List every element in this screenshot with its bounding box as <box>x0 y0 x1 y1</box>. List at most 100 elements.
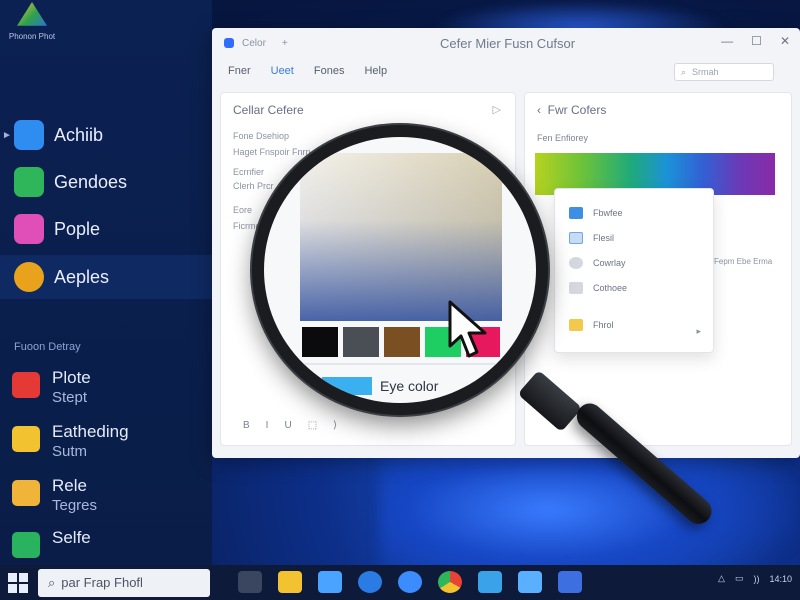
collapse-icon[interactable]: ▷ <box>493 103 501 116</box>
taskbar-search-text: par Frap Fhofl <box>61 575 143 590</box>
options-dropdown: Fbwfee Flesil Cowrlay Cothoee Fhrol ▸ <box>554 188 714 353</box>
tray-up-icon[interactable]: △ <box>718 573 725 584</box>
dropdown-item[interactable]: Fbwfee <box>569 207 623 219</box>
edge-icon[interactable] <box>358 571 382 593</box>
volume-icon[interactable]: )) <box>753 574 759 584</box>
section-label: Fuoon Detray <box>14 341 81 353</box>
pinned-item-3[interactable]: Rele Tegres <box>0 476 212 524</box>
search-icon: ⌕ <box>48 574 56 590</box>
app-icon[interactable] <box>318 571 342 593</box>
pane-line: Eore <box>233 205 253 215</box>
app-icon <box>12 532 40 558</box>
tab-label[interactable]: Celor <box>242 38 266 49</box>
file-icon <box>12 480 40 506</box>
system-tray: △ ▭ )) 14:10 <box>718 573 792 584</box>
document-icon <box>569 282 583 294</box>
sidebar-app-2[interactable]: Gendoes <box>0 160 212 204</box>
pinned-item-1[interactable]: Plote Stept <box>0 368 212 416</box>
sidebar-app-label: Gendoes <box>54 171 128 192</box>
pdf-icon <box>12 372 40 398</box>
pane-subtitle: Fen Enfiorey <box>537 133 589 143</box>
start-button[interactable] <box>8 572 28 593</box>
app-logo-icon <box>14 262 44 292</box>
pane-note: Fepm Ebe Erma <box>714 257 773 266</box>
color-swatch-brown[interactable] <box>384 327 420 357</box>
search-icon: ⌕ <box>681 66 687 77</box>
dropdown-label: Cowrlay <box>593 258 626 268</box>
pane-title: Cellar Cefere <box>233 103 304 117</box>
bold-button[interactable]: B <box>243 420 250 431</box>
dropdown-label: Fbwfee <box>593 208 623 218</box>
dropdown-item[interactable]: Flesil <box>569 232 614 244</box>
dropdown-item[interactable]: Cowrlay <box>569 257 626 269</box>
pinned-label: Selfe <box>52 528 91 547</box>
folder-icon <box>569 319 583 331</box>
clock[interactable]: 14:10 <box>769 574 792 584</box>
app-icon[interactable] <box>518 571 542 593</box>
sidebar-app-1[interactable]: Achiib <box>0 113 212 157</box>
maximize-button[interactable]: ☐ <box>751 34 762 48</box>
pinned-sub: Stept <box>52 389 88 406</box>
window-title: Cefer Mier Fusn Cufsor <box>440 36 576 51</box>
pinned-label: Plote <box>52 368 91 387</box>
file-explorer-icon[interactable] <box>278 571 302 593</box>
color-swatch-black[interactable] <box>302 327 338 357</box>
pinned-label: Rele <box>52 476 87 495</box>
divider <box>300 363 500 365</box>
sidebar-app-3[interactable]: Pople <box>0 207 212 251</box>
folder-icon <box>12 426 40 452</box>
taskbar: ⌕ par Frap Fhofl △ ▭ )) 14:10 <box>0 565 800 600</box>
drive-icon <box>17 2 47 26</box>
pinned-item-2[interactable]: Eatheding Sutm <box>0 422 212 470</box>
app-badge-icon <box>224 38 234 48</box>
taskbar-search[interactable]: ⌕ par Frap Fhofl <box>38 568 210 597</box>
dropdown-item[interactable]: Cothoee <box>569 282 627 294</box>
search-input[interactable]: ⌕ Srmah <box>674 63 774 81</box>
sidebar-app-label: Aeples <box>54 266 110 287</box>
more-button[interactable]: ⟩ <box>333 420 337 431</box>
pinned-sub: Sutm <box>52 443 88 460</box>
dropdown-label: Fhrol <box>593 320 614 330</box>
pinned-label: Eatheding <box>52 422 129 441</box>
app-icon[interactable] <box>478 571 502 593</box>
menu-item[interactable]: Help <box>364 65 387 77</box>
task-view-icon[interactable] <box>238 571 262 593</box>
eye-color-label: Eye color <box>380 378 439 394</box>
close-button[interactable]: ✕ <box>780 34 790 48</box>
dropdown-item[interactable]: Fhrol <box>569 319 614 331</box>
network-icon[interactable]: ▭ <box>735 573 744 584</box>
eye-color-swatch[interactable] <box>322 377 372 395</box>
color-swatch-gray[interactable] <box>343 327 379 357</box>
menu-item[interactable]: Ueet <box>271 65 294 77</box>
pinned-sub: Tegres <box>52 497 98 514</box>
cloud-icon <box>569 207 583 219</box>
sidebar-app-label: Achiib <box>54 124 104 145</box>
pane-line: Ficrmo <box>233 221 261 231</box>
chrome-icon[interactable] <box>438 571 462 593</box>
new-tab-button[interactable]: + <box>282 38 288 49</box>
frame-button[interactable]: ⬚ <box>308 420 317 431</box>
magnifier-lens: Eye color <box>252 125 548 415</box>
people-icon <box>14 214 44 244</box>
sidebar-app-4[interactable]: Aeples <box>0 255 212 299</box>
desktop-shortcut[interactable]: Phonon Phot <box>8 2 56 60</box>
underline-button[interactable]: U <box>284 420 291 431</box>
app-icon[interactable] <box>558 571 582 593</box>
pane-title-text: Fwr Cofers <box>547 103 607 117</box>
browser-icon[interactable] <box>398 571 422 593</box>
app-icon <box>14 120 44 150</box>
sidebar-app-label: Pople <box>54 218 101 239</box>
pane-line: Ecrnfier <box>233 167 265 177</box>
chevron-right-icon: ▸ <box>696 326 701 336</box>
color-gradient-square[interactable] <box>300 153 502 321</box>
italic-button[interactable]: I <box>266 420 269 431</box>
search-placeholder: Srmah <box>692 67 719 77</box>
start-sidebar: Phonon Phot ► Achiib Gendoes Pople Aeple… <box>0 0 212 565</box>
desktop-shortcut-label: Phonon Phot <box>8 32 56 41</box>
menu-item[interactable]: Fner <box>228 65 251 77</box>
swatch-frame <box>304 377 318 395</box>
mouse-pointer-icon <box>448 300 487 358</box>
minimize-button[interactable]: — <box>721 34 733 48</box>
dropdown-label: Flesil <box>593 233 615 243</box>
menu-item[interactable]: Fones <box>314 65 345 77</box>
